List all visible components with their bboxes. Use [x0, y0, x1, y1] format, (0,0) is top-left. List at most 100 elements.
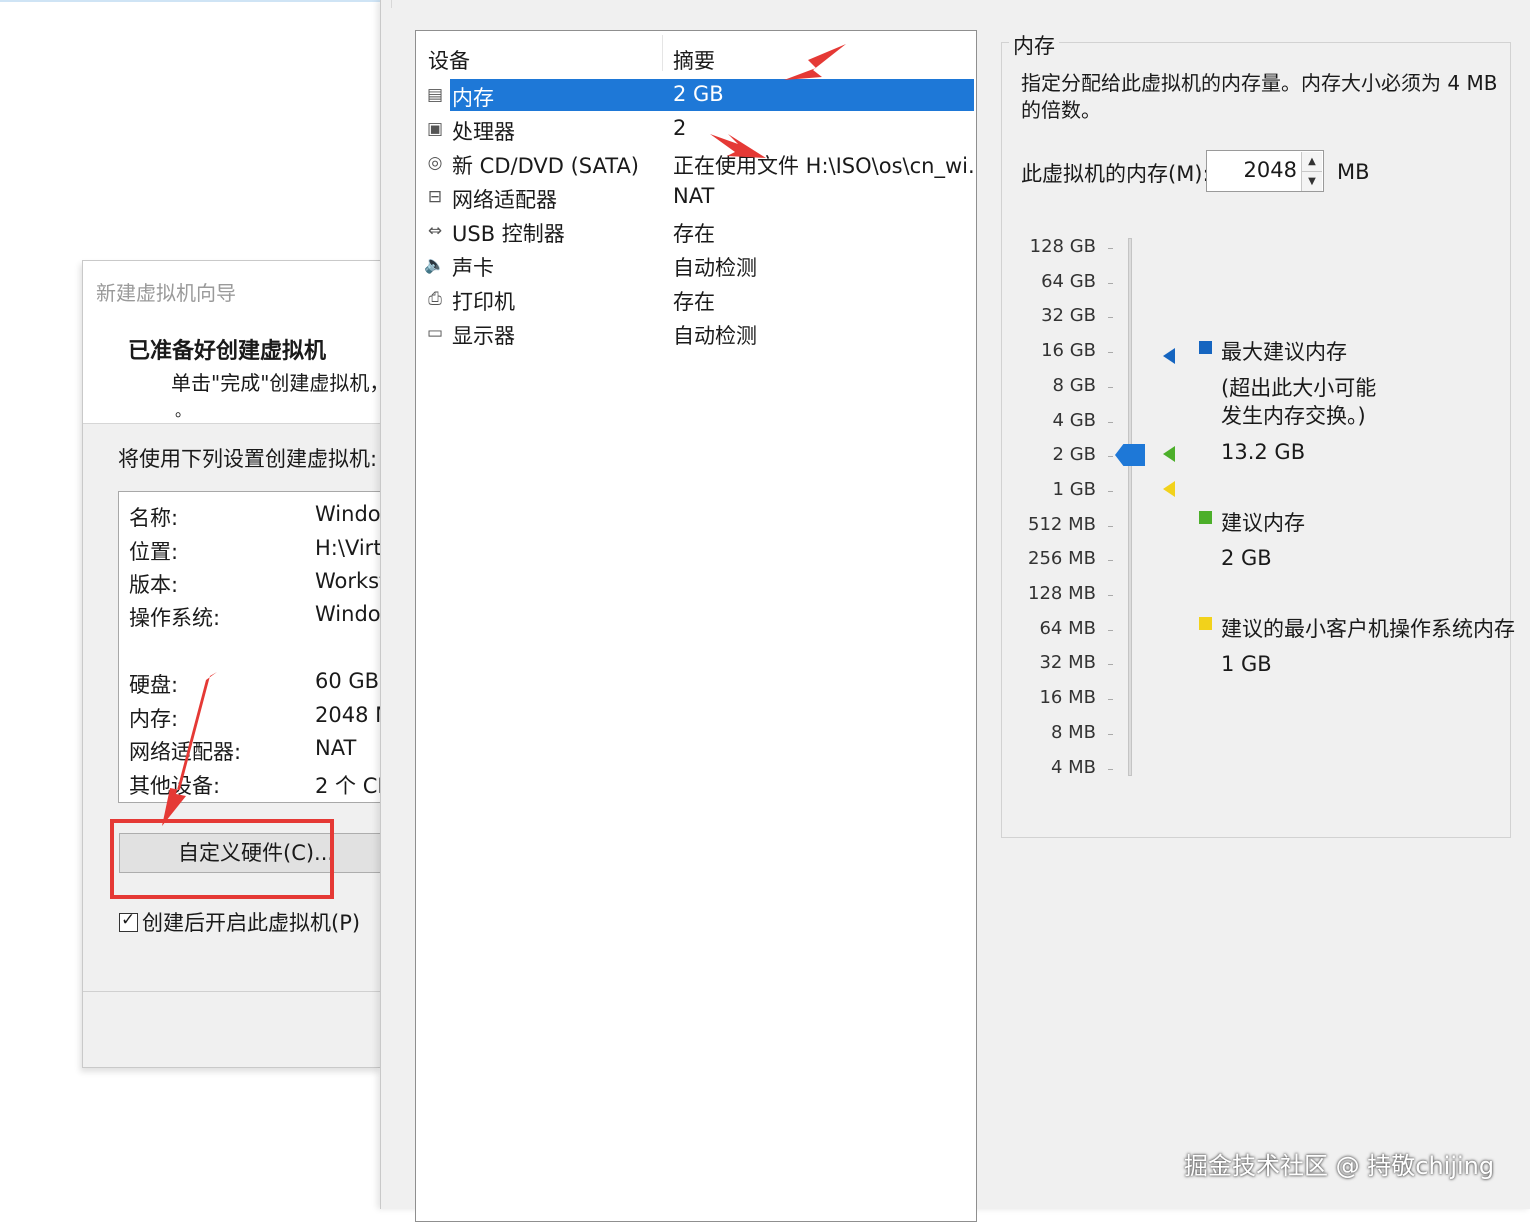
scale-tick	[1108, 664, 1113, 666]
device-name: USB 控制器	[452, 222, 565, 246]
scale-label: 4 MB	[1050, 756, 1096, 778]
hardware-dialog: 设备 摘要 ▤ 内存 2 GB ▣ 处理器 2 ◎ 新 CD/DVD (SATA…	[380, 0, 1530, 1222]
memory-icon: ▤	[426, 85, 444, 105]
device-name: 显示器	[452, 324, 515, 348]
scale-label: 64 MB	[1039, 617, 1096, 639]
device-name: 内存	[452, 86, 494, 110]
device-row-network[interactable]: ⊟ 网络适配器 NAT	[416, 181, 976, 213]
device-summary: 正在使用文件 H:\ISO\os\cn_wi...	[673, 154, 977, 178]
memory-description: 指定分配给此虚拟机的内存量。内存大小必须为 4 MB 的倍数。	[1021, 71, 1498, 122]
scale-label: 512 MB	[1028, 513, 1096, 535]
power-on-label: 创建后开启此虚拟机(P)	[142, 911, 361, 935]
memory-slider-track[interactable]	[1128, 238, 1132, 776]
scale-label: 8 MB	[1050, 721, 1096, 743]
new-vm-wizard-window: 新建虚拟机向导 已准备好创建虚拟机 单击"完成"创建虚拟机， 。 将使用下列设置…	[82, 260, 381, 1068]
scale-tick	[1108, 456, 1113, 458]
column-separator	[662, 35, 663, 71]
summary-key: 名称:	[129, 506, 179, 530]
printer-icon: ⎙	[428, 289, 442, 309]
wizard-subtitle-cont: 。	[175, 401, 192, 420]
scale-tick	[1108, 490, 1113, 492]
summary-value: 60 GB,	[315, 669, 381, 693]
max-recommended-title: 最大建议内存	[1221, 340, 1347, 364]
summary-key: 内存:	[129, 707, 179, 731]
recommended-marker-icon	[1163, 446, 1175, 462]
device-name: 新 CD/DVD (SATA)	[452, 154, 640, 178]
min-recommended-marker-icon	[1163, 481, 1175, 497]
cd-dvd-icon: ◎	[427, 153, 443, 173]
power-on-checkbox[interactable]: 创建后开启此虚拟机(P)	[119, 907, 360, 937]
scale-label: 4 GB	[1052, 409, 1096, 431]
memory-size-value[interactable]: 2048	[1244, 158, 1297, 182]
wizard-intro: 将使用下列设置创建虚拟机:	[118, 447, 378, 471]
scale-tick	[1108, 733, 1113, 735]
memory-size-spinbox[interactable]: 2048 ▲ ▼	[1206, 150, 1324, 192]
device-row-memory[interactable]: ▤ 内存 2 GB	[416, 79, 976, 111]
recommended-value: 2 GB	[1221, 546, 1272, 570]
wizard-subtitle: 单击"完成"创建虚拟机，	[171, 371, 381, 395]
network-adapter-icon: ⊟	[427, 187, 443, 207]
summary-value: Windov	[315, 502, 381, 526]
device-row-usb[interactable]: ⇔ USB 控制器 存在	[416, 215, 976, 247]
scale-label: 32 GB	[1041, 305, 1096, 327]
scale-tick	[1108, 386, 1113, 388]
scale-tick	[1108, 560, 1113, 562]
device-summary: 存在	[673, 290, 715, 314]
device-row-processor[interactable]: ▣ 处理器 2	[416, 113, 976, 145]
scale-label: 8 GB	[1052, 374, 1096, 396]
wizard-header: 新建虚拟机向导 已准备好创建虚拟机 单击"完成"创建虚拟机， 。	[83, 261, 381, 424]
spin-down-icon[interactable]: ▼	[1301, 172, 1322, 191]
scale-label: 128 GB	[1029, 236, 1096, 257]
device-summary: 存在	[673, 222, 715, 246]
device-summary: 2	[673, 116, 687, 140]
scale-tick	[1108, 595, 1113, 596]
device-list: 设备 摘要 ▤ 内存 2 GB ▣ 处理器 2 ◎ 新 CD/DVD (SATA…	[415, 30, 977, 1222]
min-legend-swatch	[1199, 617, 1212, 630]
device-row-sound[interactable]: 🔈 声卡 自动检测	[416, 249, 976, 281]
column-summary[interactable]: 摘要	[673, 45, 715, 75]
dialog-top-edge	[391, 0, 1530, 8]
max-legend-swatch	[1199, 341, 1212, 354]
sound-card-icon: 🔈	[424, 255, 446, 275]
device-summary: NAT	[673, 184, 715, 208]
window-top-edge	[0, 0, 380, 2]
recommended-title: 建议内存	[1221, 511, 1305, 535]
scale-label: 128 MB	[1028, 583, 1096, 604]
memory-group-title: 内存	[1009, 30, 1059, 60]
wizard-heading: 已准备好创建虚拟机	[128, 339, 327, 364]
summary-key: 操作系统:	[129, 606, 221, 630]
summary-value: NAT	[315, 736, 357, 760]
spin-up-icon[interactable]: ▲	[1301, 152, 1322, 172]
scale-label: 16 GB	[1041, 340, 1096, 362]
usb-icon: ⇔	[427, 221, 443, 241]
device-row-printer[interactable]: ⎙ 打印机 存在	[416, 283, 976, 315]
memory-input-label: 此虚拟机的内存(M):	[1021, 162, 1210, 186]
annotation-highlight-box	[110, 819, 334, 899]
device-name: 处理器	[452, 120, 515, 144]
wizard-title: 新建虚拟机向导	[96, 281, 236, 305]
summary-key: 版本:	[129, 573, 179, 597]
scale-tick	[1108, 352, 1113, 354]
device-row-display[interactable]: ▭ 显示器 自动检测	[416, 317, 976, 349]
device-name: 声卡	[452, 256, 494, 280]
device-name: 打印机	[452, 290, 515, 314]
device-summary: 2 GB	[673, 82, 724, 106]
scale-label: 2 GB	[1052, 444, 1096, 466]
device-name: 网络适配器	[452, 188, 557, 212]
summary-key: 网络适配器:	[129, 740, 242, 764]
scale-label: 64 GB	[1041, 270, 1096, 292]
scale-label: 1 GB	[1052, 478, 1096, 500]
column-device[interactable]: 设备	[428, 45, 470, 75]
scale-tick	[1108, 768, 1113, 770]
scale-tick	[1108, 248, 1113, 249]
max-recommended-marker-icon	[1163, 348, 1175, 364]
settings-summary-box: 名称: Windov 位置: H:\Virtu 版本: Workst 操作系统: Win…	[118, 491, 381, 803]
scale-tick	[1108, 629, 1113, 631]
checkbox-checked-icon[interactable]	[119, 910, 138, 932]
device-list-header: 设备 摘要	[416, 31, 976, 75]
min-recommended-value: 1 GB	[1221, 652, 1272, 676]
max-recommended-value: 13.2 GB	[1221, 440, 1306, 464]
summary-key: 位置:	[129, 540, 179, 564]
wizard-footer-divider	[83, 991, 381, 992]
device-row-cd-dvd[interactable]: ◎ 新 CD/DVD (SATA) 正在使用文件 H:\ISO\os\cn_wi…	[416, 147, 976, 179]
